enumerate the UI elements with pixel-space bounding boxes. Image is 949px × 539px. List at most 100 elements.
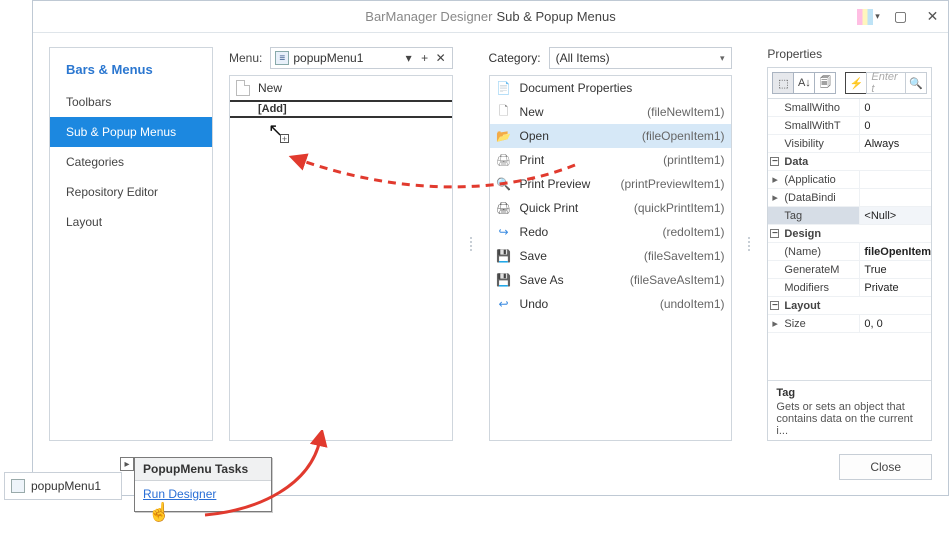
property-category-label: Design [784, 228, 821, 240]
theme-picker-icon[interactable]: ▾ [852, 1, 884, 33]
menu-column: Menu: ≡ popupMenu1 ▾ + ✕ New [Add] [229, 47, 453, 441]
property-name: GenerateM [784, 264, 839, 276]
designer-window: BarManager Designer Sub & Popup Menus ▾ … [32, 0, 949, 496]
category-toggle-icon[interactable]: − [770, 157, 779, 166]
property-value[interactable]: 0 [860, 117, 931, 134]
list-item[interactable]: 💾 Save As (fileSaveAsItem1) [490, 268, 731, 292]
category-toggle-icon[interactable]: − [770, 229, 779, 238]
menu-select[interactable]: ≡ popupMenu1 ▾ + ✕ [270, 47, 452, 69]
property-category-row[interactable]: −Data [768, 153, 931, 171]
property-row[interactable]: ModifiersPrivate [768, 279, 931, 297]
category-select[interactable]: (All Items) ▾ [549, 47, 732, 69]
chevron-down-icon: ▾ [720, 53, 725, 64]
titlebar: BarManager Designer Sub & Popup Menus ▾ … [33, 1, 948, 33]
page-icon [236, 80, 250, 96]
list-item[interactable]: 💾 Save (fileSaveItem1) [490, 244, 731, 268]
events-button[interactable]: ⚡ [845, 72, 867, 94]
search-clear-button[interactable]: 🔍 [905, 72, 927, 94]
menu-add-button[interactable]: + [418, 51, 432, 65]
list-item[interactable]: 🔍 Print Preview (printPreviewItem1) [490, 172, 731, 196]
property-grid[interactable]: SmallWitho0SmallWithT0VisibilityAlways−D… [768, 99, 931, 380]
close-button[interactable]: ✕ [916, 1, 948, 33]
property-row[interactable]: (Name)fileOpenItem [768, 243, 931, 261]
propertypages-button[interactable]: 🗐 [814, 72, 836, 94]
save-icon: 💾 [496, 248, 512, 264]
sidebar-item-toolbars[interactable]: Toolbars [50, 87, 212, 117]
property-row[interactable]: ▸(Applicatio [768, 171, 931, 189]
menu-row-new[interactable]: New [230, 76, 452, 100]
menu-row-label: New [258, 81, 282, 95]
expand-icon[interactable]: ▸ [772, 171, 782, 188]
property-name: (DataBindi [784, 192, 835, 204]
property-value[interactable]: Private [860, 279, 931, 296]
property-description-body: Gets or sets an object that contains dat… [776, 401, 923, 437]
property-row[interactable]: GenerateM True [768, 261, 931, 279]
category-select-value: (All Items) [556, 51, 610, 65]
properties-body: ⬚ A↓ 🗐 ⚡ Enter t 🔍 SmallWitho0SmallWithT… [767, 67, 932, 441]
drag-plus-icon: + [280, 134, 289, 143]
restore-button[interactable]: ▢ [884, 1, 916, 33]
property-row[interactable]: Visibility Always [768, 135, 931, 153]
category-column: Category: (All Items) ▾ 📄 Document Prope… [489, 47, 732, 441]
alphabetical-button[interactable]: A↓ [793, 72, 815, 94]
document-properties-icon: 📄 [496, 80, 512, 96]
property-search-input[interactable]: Enter t [866, 72, 906, 94]
property-row[interactable]: ▸(DataBindi [768, 189, 931, 207]
property-row[interactable]: ▸Size0, 0 [768, 315, 931, 333]
list-item[interactable]: 🖨 Print (printItem1) [490, 148, 731, 172]
splitter-grip[interactable] [469, 47, 473, 441]
popupmenu-tray-icon [11, 479, 25, 493]
property-value[interactable]: fileOpenItem [860, 243, 931, 260]
list-item[interactable]: 🗋 New (fileNewItem1) [490, 100, 731, 124]
list-item[interactable]: 🖨 Quick Print (quickPrintItem1) [490, 196, 731, 220]
property-category-label: Layout [784, 300, 820, 312]
splitter-grip[interactable] [748, 47, 752, 441]
sidebar-item-repository[interactable]: Repository Editor [50, 177, 212, 207]
smart-tag-glyph[interactable]: ▸ [120, 457, 134, 471]
property-value[interactable] [860, 171, 931, 188]
close-dialog-button[interactable]: Close [839, 454, 932, 480]
list-item[interactable]: 📂 Open (fileOpenItem1) [490, 124, 731, 148]
title-prefix: BarManager Designer [365, 9, 492, 24]
smart-tag-popup: PopupMenu Tasks Run Designer [134, 457, 272, 512]
category-toggle-icon[interactable]: − [770, 301, 779, 310]
property-category-label: Data [784, 156, 808, 168]
run-designer-link[interactable]: Run Designer [135, 481, 271, 511]
menu-remove-button[interactable]: ✕ [434, 51, 448, 65]
sidebar-item-categories[interactable]: Categories [50, 147, 212, 177]
category-label: Category: [489, 51, 541, 65]
category-list: 📄 Document Properties 🗋 New (fileNewItem… [489, 75, 732, 441]
menu-select-dropdown-icon[interactable]: ▾ [402, 51, 416, 65]
expand-icon[interactable]: ▸ [772, 315, 782, 332]
menu-add-row[interactable]: [Add] [230, 100, 452, 118]
property-value[interactable]: <Null> [860, 207, 931, 224]
property-name: Tag [784, 210, 802, 222]
list-item[interactable]: ↩ Undo (undoItem1) [490, 292, 731, 316]
property-value[interactable]: True [860, 261, 931, 278]
property-row[interactable]: SmallWitho0 [768, 99, 931, 117]
menu-canvas[interactable]: New [Add] ↖ + [229, 75, 453, 441]
property-value[interactable]: 0 [860, 99, 931, 116]
list-item[interactable]: 📄 Document Properties [490, 76, 731, 100]
categorized-button[interactable]: ⬚ [772, 72, 794, 94]
property-value[interactable]: Always [860, 135, 931, 152]
properties-toolbar: ⬚ A↓ 🗐 ⚡ Enter t 🔍 [768, 68, 931, 99]
property-row[interactable]: Tag <Null> [768, 207, 931, 225]
title-main: Sub & Popup Menus [496, 9, 615, 24]
body-area: Bars & Menus Toolbars Sub & Popup Menus … [49, 47, 932, 441]
property-category-row[interactable]: −Layout [768, 297, 931, 315]
property-value[interactable]: 0, 0 [860, 315, 931, 332]
expand-icon[interactable]: ▸ [772, 189, 782, 206]
component-tray-item[interactable]: popupMenu1 [4, 472, 122, 500]
sidebar-item-sub-popup[interactable]: Sub & Popup Menus [50, 117, 212, 147]
sidebar: Bars & Menus Toolbars Sub & Popup Menus … [49, 47, 213, 441]
property-value[interactable] [860, 189, 931, 206]
property-name: (Applicatio [784, 174, 835, 186]
property-row[interactable]: SmallWithT0 [768, 117, 931, 135]
property-category-row[interactable]: −Design [768, 225, 931, 243]
property-name: Visibility [784, 138, 824, 150]
print-preview-icon: 🔍 [496, 176, 512, 192]
list-item[interactable]: ↪ Redo (redoItem1) [490, 220, 731, 244]
sidebar-item-layout[interactable]: Layout [50, 207, 212, 237]
window-controls: ▾ ▢ ✕ [852, 1, 948, 32]
